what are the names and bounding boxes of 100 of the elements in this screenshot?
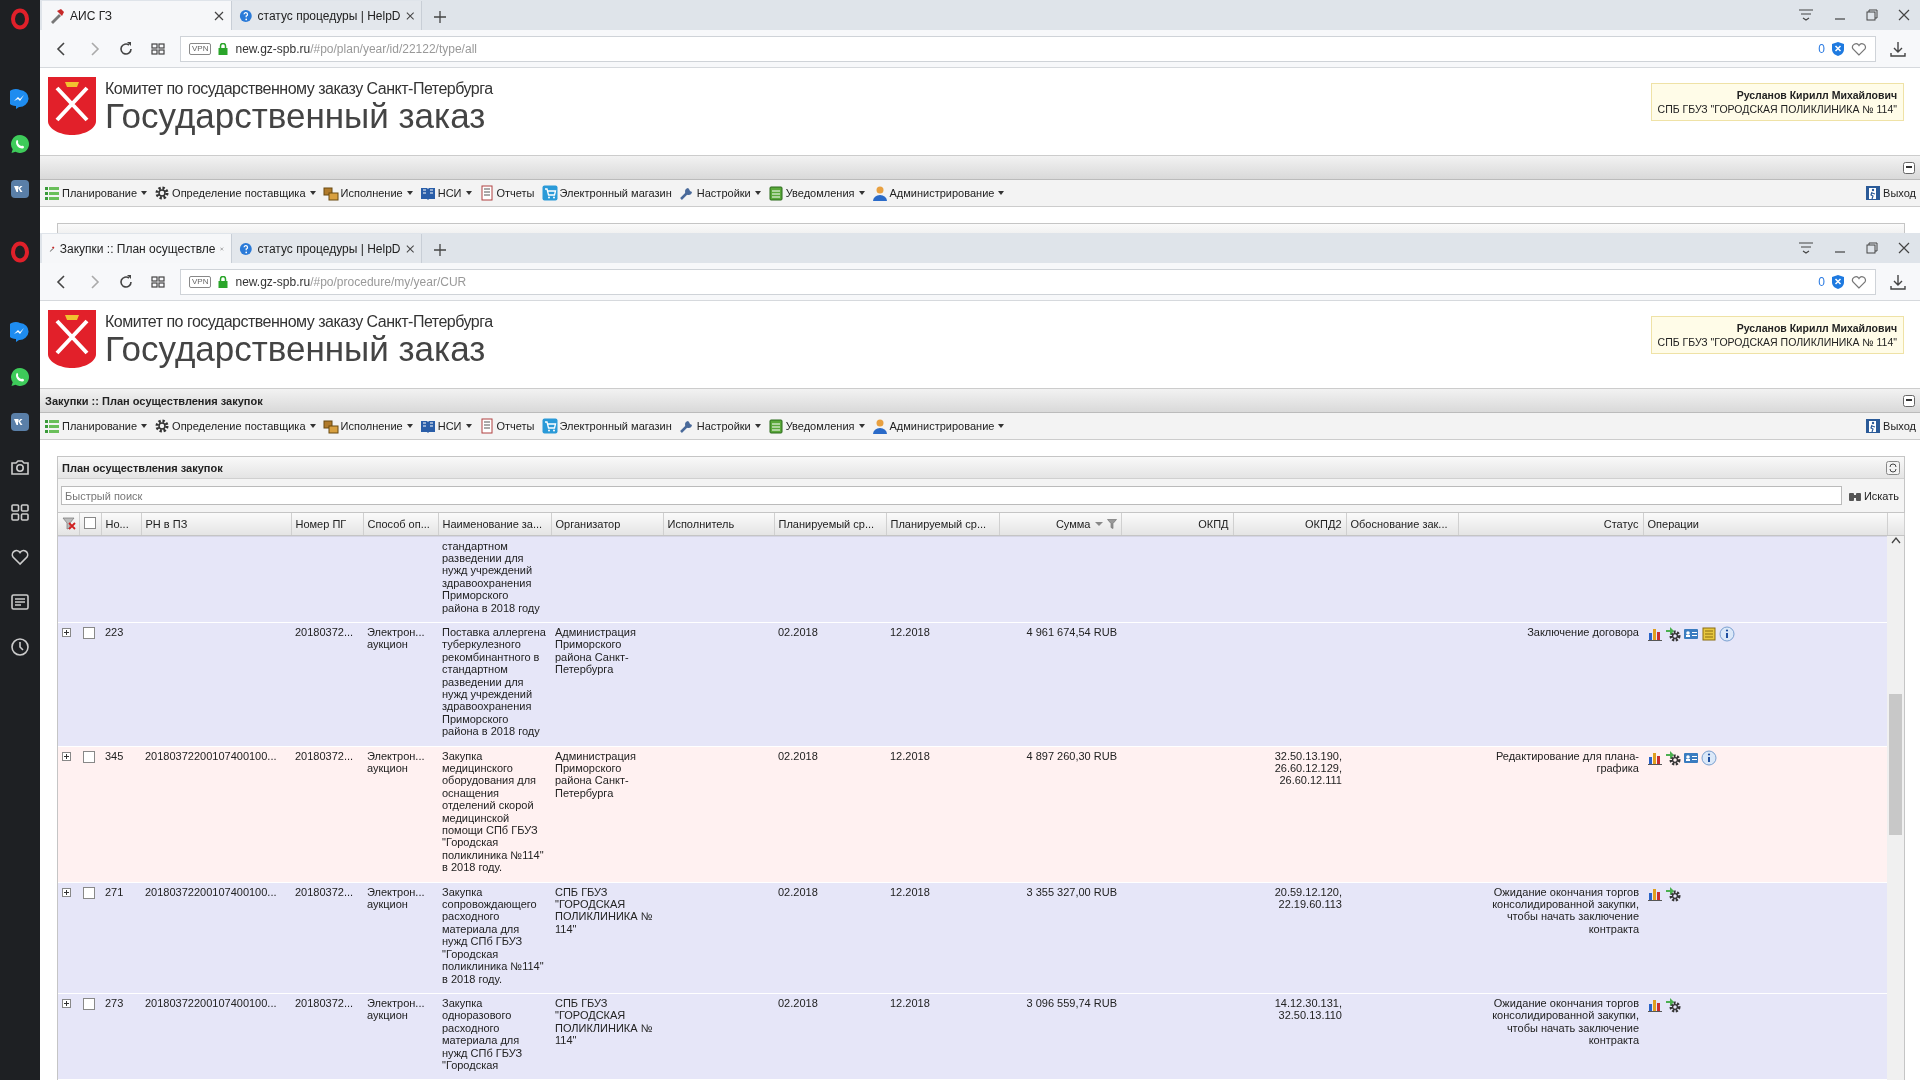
grid-icon[interactable] — [150, 273, 166, 290]
expand-icon[interactable] — [62, 887, 71, 897]
gear-icon[interactable] — [1665, 625, 1681, 642]
menu-item[interactable]: Настройки — [678, 185, 761, 201]
grid-icon[interactable] — [10, 501, 30, 522]
column-header[interactable]: Операции — [1643, 513, 1887, 535]
checkbox[interactable] — [83, 626, 95, 639]
menu-item[interactable]: Уведомления — [767, 418, 865, 434]
menu-item[interactable]: Администрирование — [871, 185, 1005, 201]
search-field[interactable]: Быстрый поиск — [61, 486, 1842, 505]
shield-icon[interactable] — [1832, 274, 1844, 289]
column-header[interactable]: Способ оп... — [363, 513, 438, 535]
gear-icon[interactable] — [1665, 996, 1681, 1013]
refresh-icon[interactable] — [1886, 460, 1900, 475]
heart-icon[interactable] — [1851, 274, 1867, 289]
collapse-icon[interactable] — [1903, 161, 1915, 174]
column-header[interactable]: Исполнитель — [663, 513, 774, 535]
menu-item[interactable]: Отчеты — [478, 418, 535, 434]
column-header[interactable]: РН в ПЗ — [141, 513, 291, 535]
menu-item[interactable]: Планирование — [44, 418, 148, 434]
expand-icon[interactable] — [62, 751, 71, 761]
menu-item[interactable]: Электронный магазин — [541, 185, 672, 201]
browser-tab[interactable]: статус процедуры | HelpD — [232, 1, 422, 30]
menu-item[interactable]: Определение поставщика — [154, 418, 316, 434]
column-header[interactable]: Планируемый ср... — [774, 513, 886, 535]
scroll-thumb[interactable] — [1889, 693, 1902, 835]
phone-bubble-icon[interactable] — [10, 366, 30, 387]
restore-icon[interactable] — [1866, 242, 1878, 254]
browser-tab[interactable]: статус процедуры | HelpD — [232, 234, 422, 263]
menu-item[interactable]: Исполнение — [322, 418, 413, 434]
column-header[interactable]: Организатор — [551, 513, 663, 535]
browser-tab[interactable]: Закупки :: План осуществле — [42, 234, 232, 263]
expand-icon[interactable] — [62, 998, 71, 1008]
ring-icon[interactable] — [10, 241, 30, 263]
plus-icon[interactable] — [434, 244, 446, 256]
scrollbar[interactable] — [1887, 535, 1904, 1080]
checkbox[interactable] — [83, 886, 95, 899]
shield-icon[interactable] — [1832, 41, 1844, 56]
menu-item[interactable]: Администрирование — [871, 418, 1005, 434]
menu-item[interactable]: НСИ — [419, 418, 472, 434]
clock-icon[interactable] — [10, 636, 30, 657]
menu-icon[interactable] — [1798, 9, 1814, 21]
info-icon[interactable] — [1701, 749, 1717, 766]
checkbox[interactable] — [83, 750, 95, 763]
heart-icon[interactable] — [1851, 41, 1867, 56]
close-icon[interactable] — [1898, 9, 1910, 21]
menu-item[interactable]: Планирование — [44, 185, 148, 201]
menu-item[interactable]: Уведомления — [767, 185, 865, 201]
menu-item[interactable]: Отчеты — [478, 185, 535, 201]
expand-icon[interactable] — [62, 627, 71, 637]
column-header[interactable]: ОКПД — [1121, 513, 1233, 535]
column-header[interactable]: Номер ПГ — [291, 513, 363, 535]
browser-tab[interactable]: АИС ГЗ — [42, 1, 232, 30]
search-button[interactable]: Искать — [1845, 489, 1901, 502]
chat-bubble-icon[interactable] — [10, 321, 30, 342]
gear-icon[interactable] — [1665, 749, 1681, 766]
column-header[interactable]: Сумма — [999, 513, 1121, 535]
menu-item[interactable]: Электронный магазин — [541, 418, 672, 434]
column-header[interactable]: Статус — [1458, 513, 1643, 535]
restore-icon[interactable] — [1866, 9, 1878, 21]
scroll-up-icon[interactable] — [1890, 535, 1901, 544]
news-icon[interactable] — [10, 591, 30, 612]
menu-item[interactable]: Настройки — [678, 418, 761, 434]
app-icon[interactable] — [10, 411, 30, 432]
clear-filter-icon[interactable] — [62, 515, 76, 530]
column-header[interactable]: Обоснование зак... — [1346, 513, 1458, 535]
close-icon[interactable] — [405, 243, 414, 254]
exit-button[interactable]: Выход — [1865, 418, 1916, 434]
checkbox[interactable] — [83, 516, 96, 529]
address-field[interactable]: VPN new.gz-spb.ru/#po/procedure/my/year/CUR 0 — [180, 268, 1876, 295]
vpn-badge[interactable]: VPN — [189, 275, 212, 288]
reload-icon[interactable] — [118, 273, 134, 290]
filter-icon[interactable] — [1106, 518, 1117, 529]
grid-icon[interactable] — [150, 40, 166, 57]
menu-icon[interactable] — [1798, 242, 1814, 254]
close-icon[interactable] — [405, 10, 414, 21]
close-icon[interactable] — [1898, 242, 1910, 254]
column-header[interactable]: Но... — [101, 513, 141, 535]
download-icon[interactable] — [1890, 40, 1906, 57]
download-icon[interactable] — [1890, 273, 1906, 290]
address-field[interactable]: VPN new.gz-spb.ru/#po/plan/year/id/22122/type/all 0 — [180, 35, 1876, 62]
menu-item[interactable]: НСИ — [419, 185, 472, 201]
ring-icon[interactable] — [10, 8, 30, 30]
column-header[interactable]: ОКПД2 — [1233, 513, 1346, 535]
gear-icon[interactable] — [1665, 885, 1681, 902]
exit-button[interactable]: Выход — [1865, 185, 1916, 201]
menu-item[interactable]: Определение поставщика — [154, 185, 316, 201]
reload-icon[interactable] — [118, 40, 134, 57]
menu-item[interactable]: Исполнение — [322, 185, 413, 201]
phone-bubble-icon[interactable] — [10, 133, 30, 154]
chat-bubble-icon[interactable] — [10, 88, 30, 109]
collapse-icon[interactable] — [1903, 394, 1915, 407]
app-icon[interactable] — [10, 178, 30, 199]
checkbox[interactable] — [83, 997, 95, 1010]
info-icon[interactable] — [1719, 625, 1735, 642]
column-header[interactable]: Планируемый ср... — [886, 513, 999, 535]
vpn-badge[interactable]: VPN — [189, 42, 212, 55]
column-header[interactable]: Наименование за... — [438, 513, 551, 535]
close-icon[interactable] — [214, 10, 224, 21]
plus-icon[interactable] — [434, 11, 446, 23]
